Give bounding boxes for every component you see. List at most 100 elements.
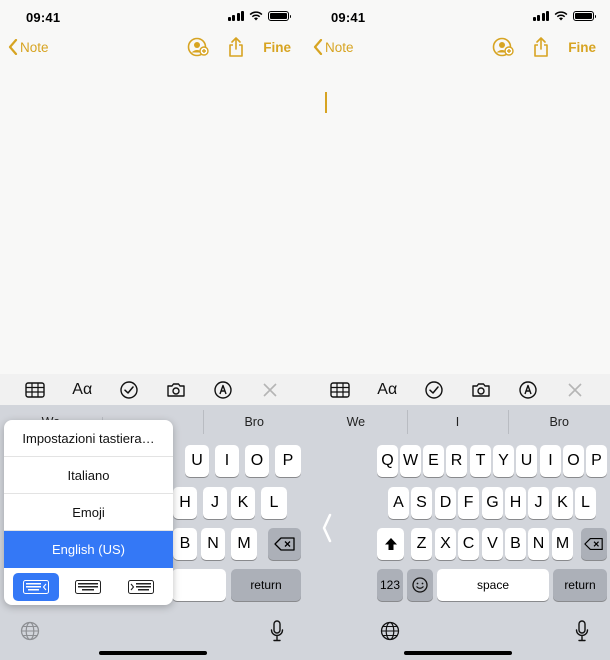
microphone-icon[interactable] (270, 620, 284, 642)
key-r[interactable]: R (446, 445, 467, 477)
key-g[interactable]: G (482, 487, 503, 519)
share-person-icon[interactable] (492, 37, 514, 57)
right-screen: 09:41 Note Fine Aα We I Bro Q W E R T Y … (305, 0, 610, 660)
microphone-icon[interactable] (575, 620, 589, 642)
back-button[interactable]: Note (313, 39, 354, 55)
key-n[interactable]: N (528, 528, 549, 560)
key-a[interactable]: A (388, 487, 409, 519)
space-key[interactable]: space (437, 569, 549, 601)
key-b[interactable]: B (505, 528, 526, 560)
chevron-left-icon (313, 39, 323, 55)
key-w[interactable]: W (400, 445, 421, 477)
key-u[interactable]: U (185, 445, 209, 477)
keyboard-icon (75, 579, 102, 594)
keyboard-full-option[interactable] (65, 573, 111, 601)
key-i[interactable]: I (215, 445, 239, 477)
prediction-item[interactable]: Bro (508, 409, 610, 434)
prediction-item[interactable]: We (305, 415, 407, 429)
keyboard-settings-item[interactable]: Impostazioni tastiera… (4, 420, 173, 457)
text-format-icon[interactable]: Aα (373, 376, 401, 404)
keyboard-emoji-item[interactable]: Emoji (4, 494, 173, 531)
delete-key[interactable] (268, 528, 301, 560)
key-p[interactable]: P (275, 445, 301, 477)
keyboard-left-icon (23, 579, 50, 594)
table-icon[interactable] (21, 376, 49, 404)
key-h[interactable]: H (173, 487, 197, 519)
emoji-key[interactable] (407, 569, 433, 601)
numbers-key[interactable]: 123 (377, 569, 403, 601)
home-indicator (404, 651, 512, 655)
key-d[interactable]: D (435, 487, 456, 519)
keyboard-english-item[interactable]: English (US) (4, 531, 173, 568)
key-j[interactable]: J (203, 487, 227, 519)
key-k[interactable]: K (231, 487, 255, 519)
space-key-partial[interactable] (172, 569, 226, 601)
text-format-icon[interactable]: Aα (68, 376, 96, 404)
share-icon[interactable] (228, 37, 244, 57)
markup-pen-icon[interactable] (514, 376, 542, 404)
keyboard-switch-popup: Impostazioni tastiera… Italiano Emoji En… (4, 420, 173, 605)
delete-key[interactable] (581, 528, 607, 560)
share-person-icon[interactable] (187, 37, 209, 57)
key-n[interactable]: N (201, 528, 225, 560)
keyboard: We I Bro Q W E R T Y U I O P A S D F G H… (305, 405, 610, 660)
return-key[interactable]: return (553, 569, 607, 601)
close-icon[interactable] (256, 376, 284, 404)
one-handed-keyboard-options (4, 568, 173, 605)
key-v[interactable]: V (482, 528, 503, 560)
markup-pen-icon[interactable] (209, 376, 237, 404)
key-j[interactable]: J (528, 487, 549, 519)
key-m[interactable]: M (552, 528, 573, 560)
checklist-icon[interactable] (115, 376, 143, 404)
prediction-item[interactable]: I (406, 409, 509, 434)
nav-actions: Fine (492, 37, 596, 57)
keyboard-right-icon (127, 579, 154, 594)
key-l[interactable]: L (575, 487, 596, 519)
key-t[interactable]: T (470, 445, 491, 477)
key-u[interactable]: U (516, 445, 537, 477)
key-p[interactable]: P (586, 445, 607, 477)
keyboard-right-option[interactable] (118, 573, 164, 601)
key-e[interactable]: E (423, 445, 444, 477)
done-button[interactable]: Fine (263, 40, 291, 55)
note-text-area[interactable] (305, 64, 610, 374)
back-label: Note (325, 39, 354, 55)
key-x[interactable]: X (435, 528, 456, 560)
key-o[interactable]: O (245, 445, 269, 477)
back-label: Note (20, 39, 49, 55)
done-button[interactable]: Fine (568, 40, 596, 55)
key-b[interactable]: B (173, 528, 197, 560)
globe-icon[interactable] (380, 621, 400, 641)
share-icon[interactable] (533, 37, 549, 57)
key-k[interactable]: K (552, 487, 573, 519)
checklist-icon[interactable] (420, 376, 448, 404)
key-y[interactable]: Y (493, 445, 514, 477)
key-s[interactable]: S (411, 487, 432, 519)
key-i[interactable]: I (540, 445, 561, 477)
keyboard-italiano-item[interactable]: Italiano (4, 457, 173, 494)
return-key[interactable]: return (231, 569, 301, 601)
home-indicator (99, 651, 207, 655)
keyboard-bottom-bar (305, 619, 610, 642)
camera-icon[interactable] (162, 376, 190, 404)
globe-icon[interactable] (20, 621, 40, 641)
key-c[interactable]: C (458, 528, 479, 560)
chevron-left-icon[interactable] (321, 513, 333, 543)
camera-icon[interactable] (467, 376, 495, 404)
key-m[interactable]: M (231, 528, 257, 560)
note-text-area[interactable] (0, 64, 305, 374)
key-z[interactable]: Z (411, 528, 432, 560)
key-o[interactable]: O (563, 445, 584, 477)
prediction-item[interactable]: Bro (203, 409, 305, 434)
key-q[interactable]: Q (377, 445, 398, 477)
close-icon[interactable] (561, 376, 589, 404)
shift-key[interactable] (377, 528, 404, 560)
battery-icon (573, 11, 596, 21)
delete-backspace-icon (584, 537, 603, 551)
key-l[interactable]: L (261, 487, 287, 519)
back-button[interactable]: Note (8, 39, 49, 55)
key-f[interactable]: F (458, 487, 479, 519)
table-icon[interactable] (326, 376, 354, 404)
keyboard-left-option[interactable] (13, 572, 60, 601)
key-h[interactable]: H (505, 487, 526, 519)
